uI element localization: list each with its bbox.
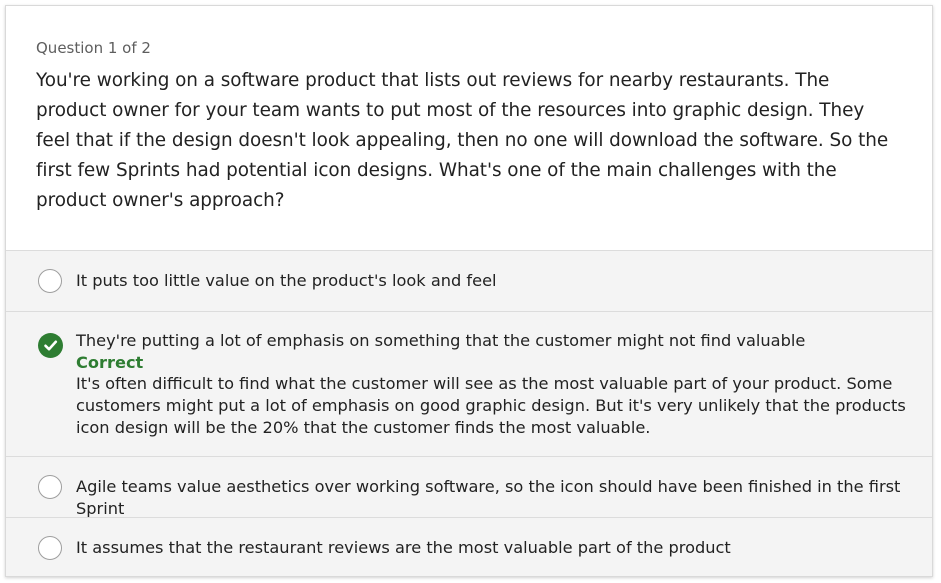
answer-option-1[interactable]: It puts too little value on the product'… <box>6 250 932 311</box>
answer-option-3[interactable]: Agile teams value aesthetics over workin… <box>6 456 932 518</box>
radio-empty-icon[interactable] <box>38 475 62 499</box>
answer-options: It puts too little value on the product'… <box>6 250 932 576</box>
quiz-card: Question 1 of 2 You're working on a soft… <box>5 5 933 577</box>
answer-option-label: It puts too little value on the product'… <box>76 271 497 290</box>
question-counter: Question 1 of 2 <box>36 39 151 57</box>
feedback-status: Correct <box>76 353 144 372</box>
radio-empty-icon[interactable] <box>38 269 62 293</box>
answer-option-label: Agile teams value aesthetics over workin… <box>76 477 901 518</box>
answer-option-label: They're putting a lot of emphasis on som… <box>76 331 806 350</box>
checkmark-circle-icon <box>38 333 63 358</box>
question-header: Question 1 of 2 You're working on a soft… <box>6 6 932 250</box>
answer-option-4[interactable]: It assumes that the restaurant reviews a… <box>6 517 932 576</box>
radio-empty-icon[interactable] <box>38 536 62 560</box>
answer-option-2[interactable]: They're putting a lot of emphasis on som… <box>6 311 932 456</box>
checkmark-icon <box>44 340 58 351</box>
question-text: You're working on a software product tha… <box>36 70 889 211</box>
feedback-explanation: It's often difficult to find what the cu… <box>76 374 906 437</box>
answer-option-label: It assumes that the restaurant reviews a… <box>76 538 731 557</box>
